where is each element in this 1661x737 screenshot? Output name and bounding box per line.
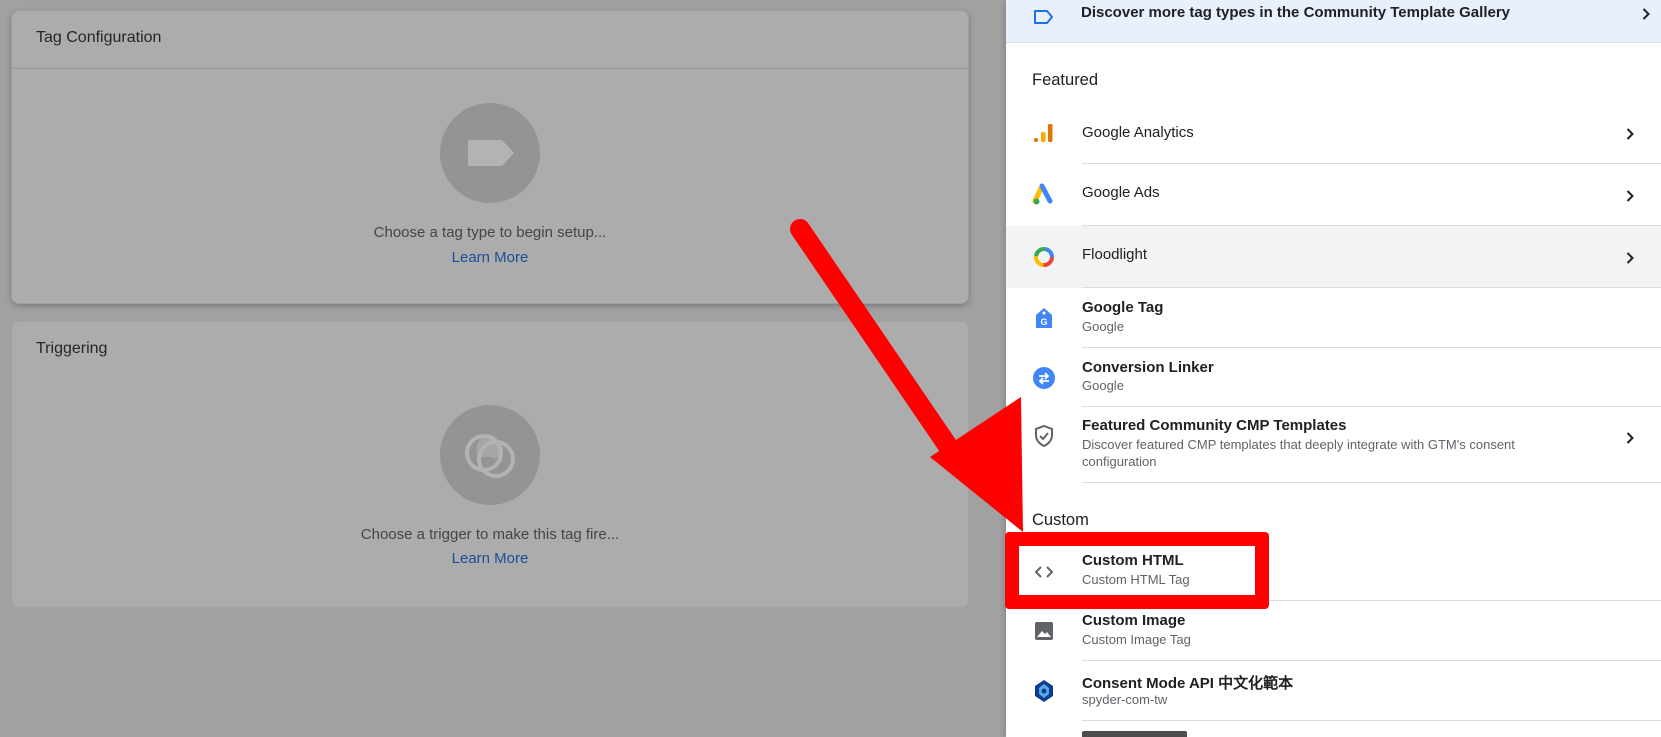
choose-tag-type-panel: Discover more tag types in the Community… [1006,0,1661,737]
chevron-right-icon [1626,128,1634,140]
gallery-link-label: Discover more tag types in the Community… [1081,4,1511,21]
tag-type-name: Custom Image [1082,612,1186,629]
chevron-right-icon [1626,432,1634,444]
featured-heading: Featured [1032,71,1099,89]
tag-type-name: Google Analytics [1082,124,1194,141]
tag-type-featured-community-cmp-templates[interactable]: Featured Community CMP Templates Discove… [1006,407,1661,483]
tag-type-description: Custom Image Tag [1082,632,1191,647]
tag-configuration-card[interactable]: Tag Configuration Choose a tag type to b… [11,10,969,304]
tag-type-publisher: Google [1082,378,1124,393]
tag-configuration-learn-more-link[interactable]: Learn More [12,249,968,266]
tag-type-consent-mode-api[interactable]: Consent Mode API 中文化範本 spyder-com-tw [1006,661,1661,721]
tag-type-name: Floodlight [1082,246,1148,263]
google-tag-icon: G [1036,308,1052,328]
partial-row-text [1082,731,1187,737]
triggering-placeholder: Choose a trigger to make this tag fire..… [360,526,620,543]
shield-check-icon [1035,424,1053,448]
google-ads-icon [1032,183,1053,205]
svg-text:G: G [1040,317,1047,327]
tag-type-name: Google Tag [1082,299,1164,316]
annotation-highlight-box [1005,532,1269,609]
chevron-right-icon [1626,190,1634,202]
tag-type-google-analytics[interactable]: Google Analytics [1006,104,1661,164]
tag-type-name: Consent Mode API 中文化範本 [1082,675,1294,692]
row-divider [1082,482,1661,483]
tag-icon [440,103,540,203]
tag-configuration-title: Tag Configuration [36,29,162,46]
tag-configuration-placeholder: Choose a tag type to begin setup... [373,224,607,241]
tag-type-next-partial[interactable] [1006,721,1661,737]
image-icon [1035,622,1053,640]
tag-type-name: Google Ads [1082,184,1160,201]
trigger-icon [440,405,540,505]
spyder-logo-icon [1035,680,1053,702]
triggering-title: Triggering [36,340,108,357]
tag-type-google-tag[interactable]: G Google Tag Google [1006,288,1661,348]
tag-type-conversion-linker[interactable]: Conversion Linker Google [1006,348,1661,407]
tag-type-name: Featured Community CMP Templates [1082,417,1347,434]
community-template-gallery-link[interactable]: Discover more tag types in the Community… [1006,0,1661,43]
tag-outline-icon [1034,10,1053,24]
tag-type-publisher: spyder-com-tw [1082,692,1168,707]
tag-type-name: Conversion Linker [1082,359,1214,376]
conversion-linker-icon [1033,367,1055,389]
tag-type-description-line1: Discover featured CMP templates that dee… [1082,437,1515,452]
chevron-right-icon [1626,252,1634,264]
card-divider [12,68,968,69]
triggering-card[interactable]: Triggering Choose a trigger to make this… [11,321,969,608]
chevron-right-icon [1642,8,1650,20]
tag-type-floodlight[interactable]: Floodlight [1006,226,1661,288]
tag-type-custom-image[interactable]: Custom Image Custom Image Tag [1006,601,1661,661]
triggering-learn-more-link[interactable]: Learn More [12,550,968,567]
custom-heading: Custom [1032,511,1089,529]
tag-type-google-ads[interactable]: Google Ads [1006,164,1661,226]
google-analytics-icon [1034,124,1053,142]
floodlight-icon [1034,247,1054,267]
tag-type-publisher: Google [1082,319,1124,334]
tag-type-description-line2: configuration [1082,454,1157,469]
